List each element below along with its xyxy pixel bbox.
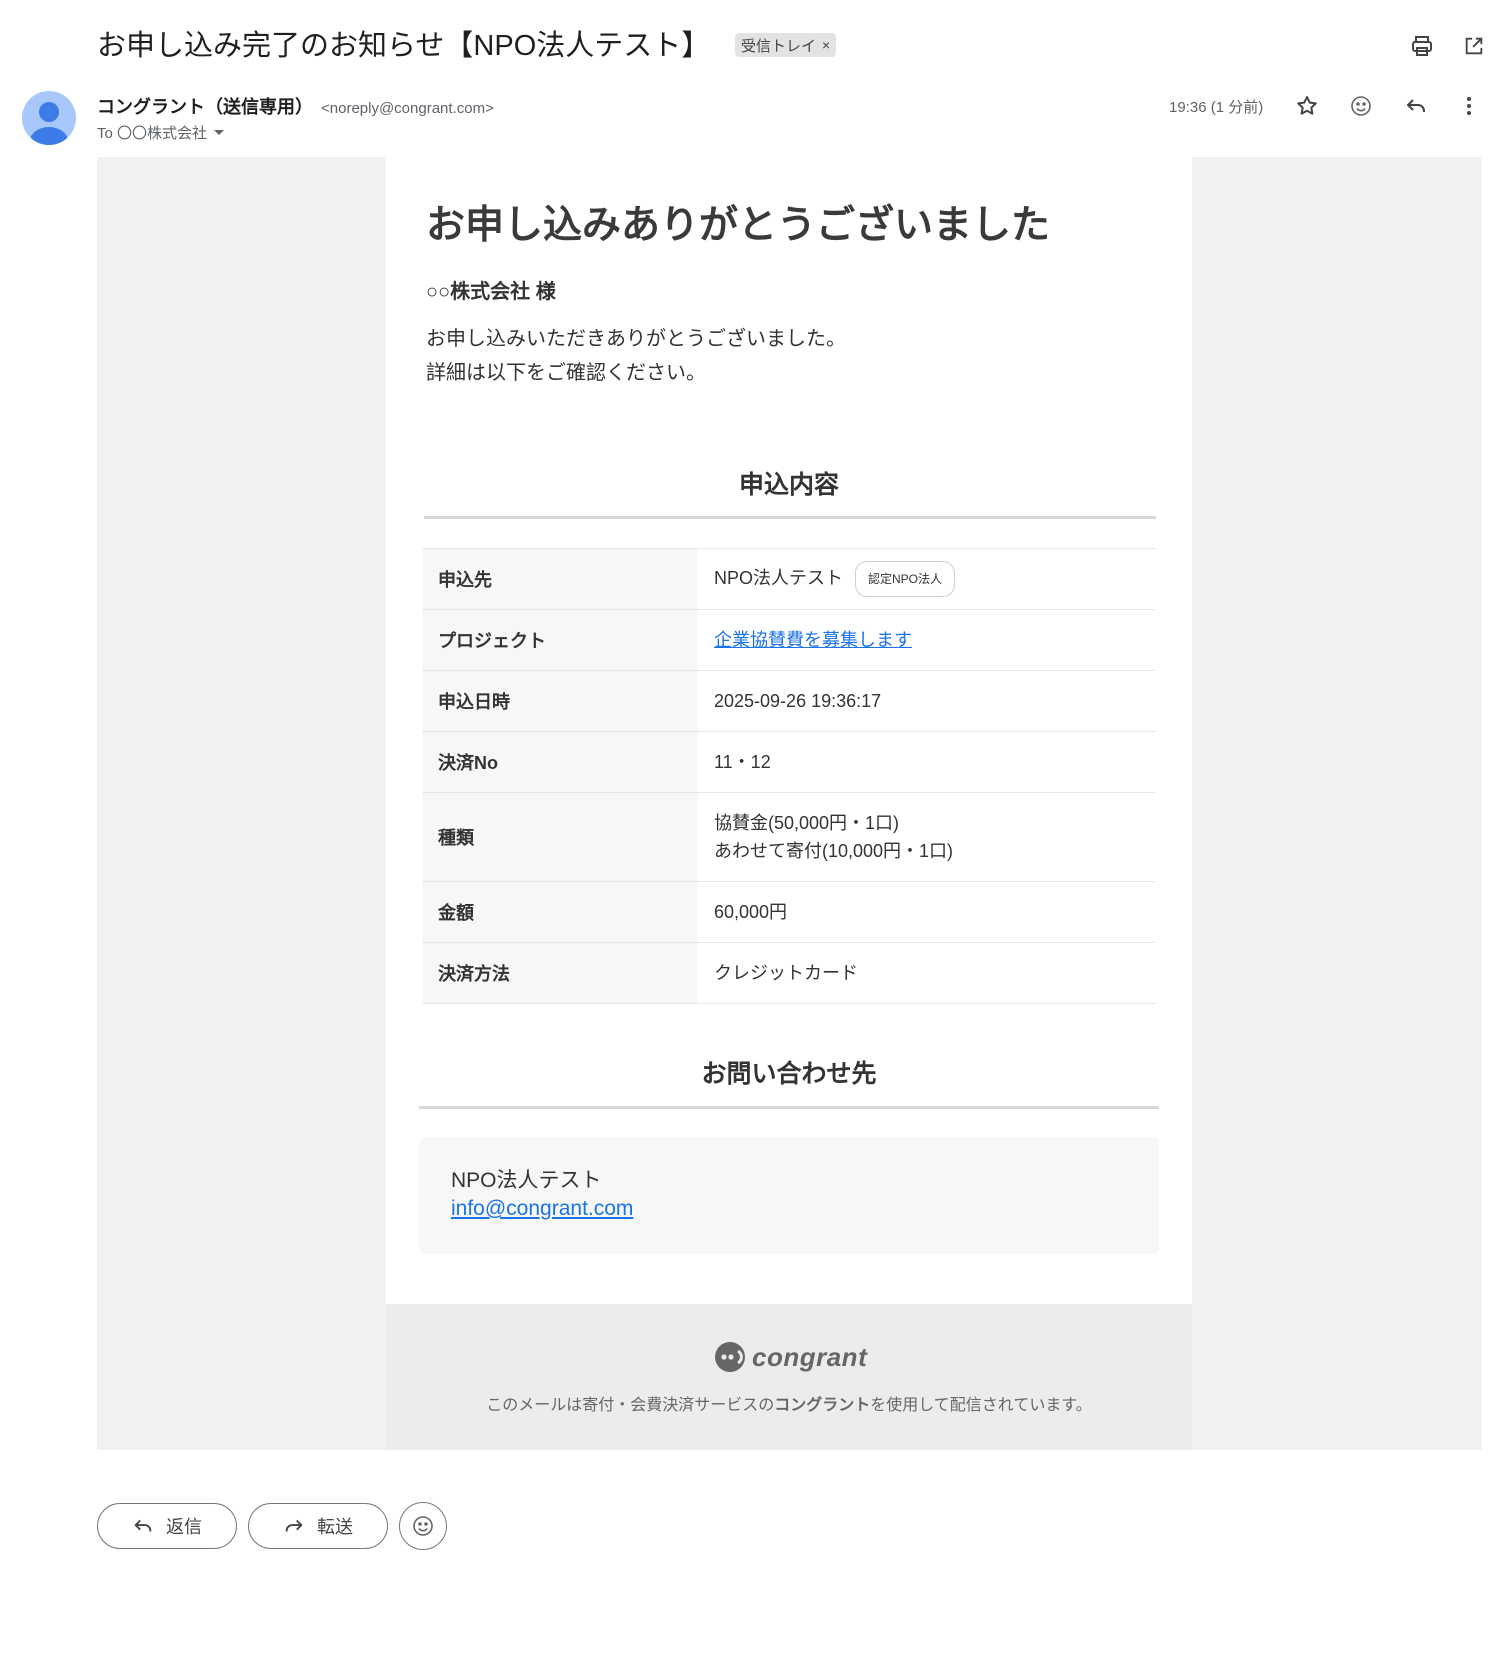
- footer-text-bold: コングラント: [774, 1397, 871, 1414]
- congrant-logo-text: congrant: [752, 1341, 868, 1372]
- sender-name: コングラント（送信専用）: [97, 97, 313, 117]
- project-cell: 企業協賛費を募集します: [698, 610, 1156, 671]
- received-time: 19:36 (1 分前): [1169, 99, 1264, 116]
- table-row: 申込日時 2025-09-26 19:36:17: [422, 670, 1156, 732]
- reply-button-label: 返信: [166, 1517, 202, 1537]
- date-value: 2025-09-26 19:36:17: [714, 691, 882, 711]
- type-line-2: あわせて寄付(10,000円・1口): [714, 841, 954, 861]
- emoji-reaction-button[interactable]: [399, 1502, 447, 1550]
- application-details-table: 申込先 NPO法人テスト 認定NPO法人 プロジェクト 企業協賛費を募集します 申…: [422, 548, 1156, 1004]
- salutation: ○○株式会社 様: [426, 281, 556, 303]
- table-row: 決済方法 クレジットカード: [422, 942, 1156, 1004]
- contact-box: [419, 1137, 1159, 1254]
- emoji-reaction-icon[interactable]: [1346, 91, 1376, 121]
- dest-cell: NPO法人テスト 認定NPO法人: [698, 549, 1156, 610]
- star-icon[interactable]: [1292, 91, 1322, 121]
- sender-avatar: [22, 91, 76, 145]
- table-row: プロジェクト 企業協賛費を募集します: [422, 609, 1156, 671]
- open-new-window-icon[interactable]: [1459, 31, 1489, 61]
- remove-label-icon[interactable]: ×: [822, 37, 830, 53]
- email-footer: [386, 1304, 1192, 1450]
- footer-text-before: このメールは寄付・会費決済サービスの: [486, 1397, 775, 1414]
- contact-section-title: お問い合わせ先: [701, 1060, 877, 1088]
- contact-name: NPO法人テスト: [451, 1169, 602, 1192]
- details-section-title: 申込内容: [738, 471, 839, 499]
- project-link[interactable]: 企業協賛費を募集します: [714, 630, 912, 650]
- payment-no-label: 決済No: [422, 731, 698, 793]
- more-options-icon[interactable]: [1454, 91, 1484, 121]
- type-line-1: 協賛金(50,000円・1口): [714, 813, 900, 833]
- type-label: 種類: [422, 792, 698, 882]
- thank-you-heading: お申し込みありがとうございました: [426, 204, 1051, 247]
- payment-method-value: クレジットカード: [714, 963, 858, 983]
- table-row: 種類 協賛金(50,000円・1口) あわせて寄付(10,000円・1口): [422, 792, 1156, 882]
- inbox-label-chip[interactable]: 受信トレイ ×: [735, 33, 837, 57]
- forward-button-label: 転送: [317, 1517, 353, 1537]
- details-divider: [424, 516, 1156, 519]
- chevron-down-icon: [214, 129, 225, 135]
- dest-value: NPO法人テスト: [714, 567, 844, 588]
- footer-notice: このメールは寄付・会費決済サービスのコングラントを使用して配信されています。: [386, 1391, 1192, 1415]
- date-label: 申込日時: [422, 670, 698, 732]
- dest-label: 申込先: [422, 548, 698, 610]
- amount-label: 金額: [422, 881, 698, 943]
- recipient-text: To 〇〇株式会社: [97, 125, 208, 142]
- contact-divider: [419, 1106, 1159, 1109]
- forward-icon: [285, 1519, 303, 1532]
- project-label: プロジェクト: [422, 609, 698, 671]
- sender-email: <noreply@congrant.com>: [321, 100, 494, 117]
- certified-badge: 認定NPO法人: [855, 561, 956, 597]
- intro-line-1: お申し込みいただきありがとうございました。: [426, 328, 846, 350]
- forward-button[interactable]: 転送: [248, 1503, 388, 1549]
- reply-icon: [134, 1519, 152, 1532]
- recipient-dropdown[interactable]: To 〇〇株式会社: [97, 122, 225, 143]
- reply-icon[interactable]: [1401, 91, 1431, 121]
- sender-line: コングラント（送信専用） <noreply@congrant.com>: [97, 93, 494, 119]
- type-cell: 協賛金(50,000円・1口) あわせて寄付(10,000円・1口): [698, 793, 1156, 882]
- payment-no-value: 11・12: [714, 752, 771, 772]
- table-row: 決済No 11・12: [422, 731, 1156, 793]
- congrant-logo: congrant: [714, 1341, 867, 1373]
- reply-button[interactable]: 返信: [97, 1503, 237, 1549]
- table-row: 申込先 NPO法人テスト 認定NPO法人: [422, 548, 1156, 610]
- contact-email-link[interactable]: info@congrant.com: [451, 1197, 633, 1221]
- intro-paragraph: お申し込みいただきありがとうございました。 詳細は以下をご確認ください。: [426, 322, 846, 390]
- amount-value: 60,000円: [714, 902, 788, 922]
- table-row: 金額 60,000円: [422, 881, 1156, 943]
- inbox-label-text: 受信トレイ: [741, 37, 817, 55]
- payment-method-label: 決済方法: [422, 942, 698, 1004]
- email-subject: お申し込み完了のお知らせ【NPO法人テスト】: [97, 30, 711, 62]
- print-icon[interactable]: [1407, 31, 1437, 61]
- footer-text-after: を使用して配信されています。: [870, 1397, 1092, 1414]
- intro-line-2: 詳細は以下をご確認ください。: [426, 362, 706, 384]
- congrant-logo-icon: [715, 1342, 745, 1372]
- emoji-icon: [413, 1516, 433, 1536]
